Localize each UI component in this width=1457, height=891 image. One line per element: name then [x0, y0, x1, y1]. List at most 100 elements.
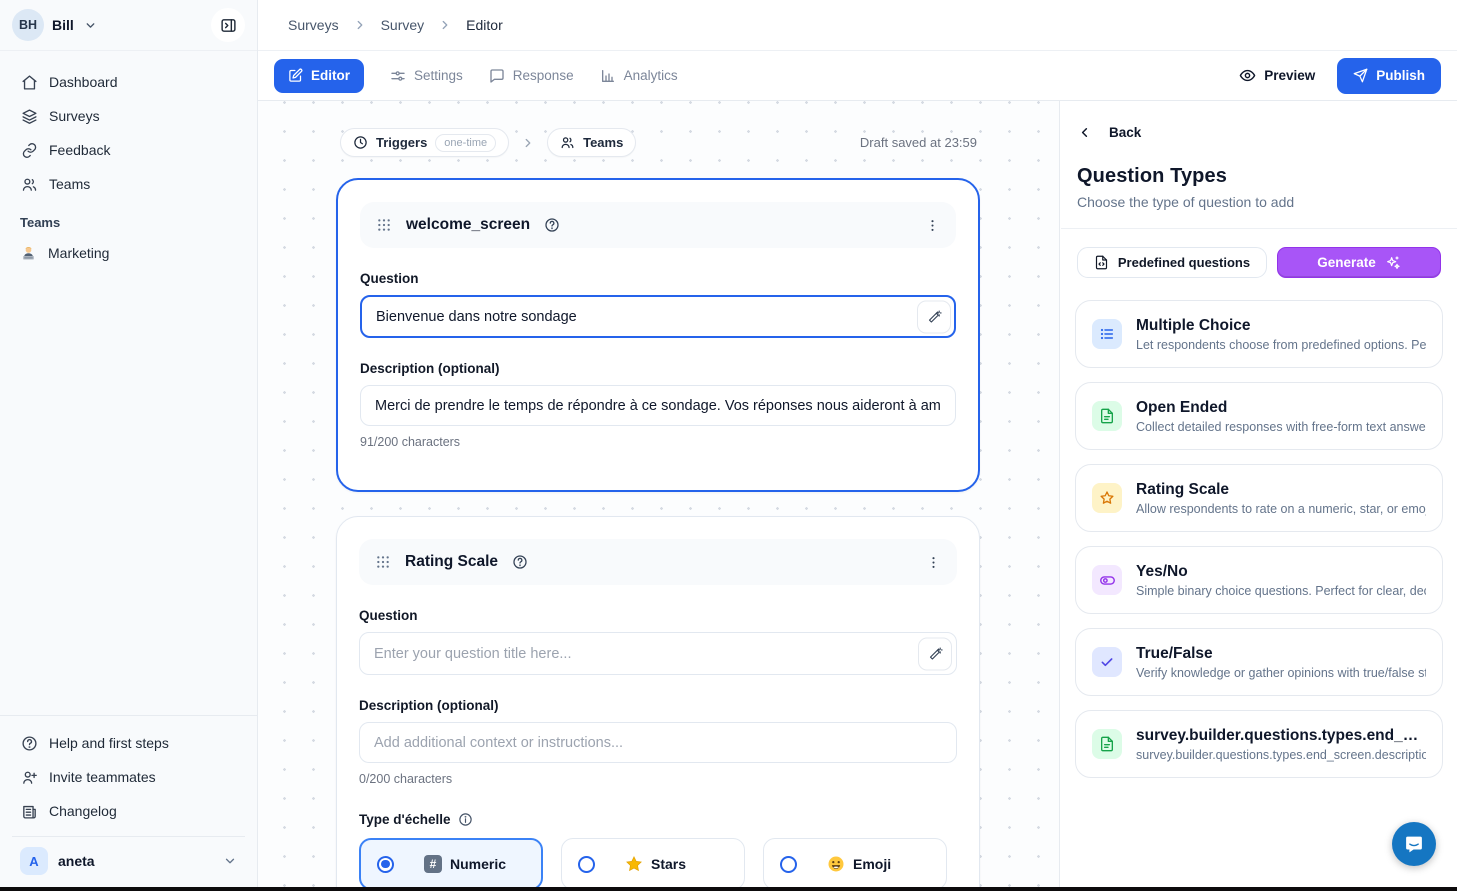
type-card-text: survey.builder.questions.types.end_scr..… — [1136, 727, 1426, 762]
type-card-true-false[interactable]: True/False Verify knowledge or gather op… — [1075, 628, 1443, 696]
bar-chart-icon — [600, 68, 616, 84]
chat-bubble-icon — [1403, 833, 1425, 855]
type-card-end-screen[interactable]: survey.builder.questions.types.end_scr..… — [1075, 710, 1443, 778]
tab-label: Settings — [414, 68, 463, 83]
breadcrumb-surveys[interactable]: Surveys — [288, 17, 339, 33]
editor-toolbar: Editor Settings Response Analytics Previ… — [258, 51, 1457, 101]
workspace-avatar: A — [20, 847, 48, 875]
type-name: survey.builder.questions.types.end_scr..… — [1136, 727, 1426, 745]
help-circle-icon[interactable] — [512, 554, 528, 570]
preview-button[interactable]: Preview — [1239, 67, 1315, 84]
chevron-right-icon — [438, 18, 452, 32]
tab-editor[interactable]: Editor — [274, 59, 364, 93]
generate-label: Generate — [1317, 255, 1376, 270]
avatar[interactable]: BH — [12, 9, 44, 41]
question-title-input[interactable] — [360, 295, 956, 338]
predefined-questions-button[interactable]: Predefined questions — [1077, 247, 1267, 278]
workspace-switcher[interactable]: A aneta — [12, 836, 245, 881]
eye-icon — [1239, 67, 1256, 84]
option-label: Numeric — [450, 856, 506, 872]
drag-handle-icon[interactable] — [375, 554, 391, 570]
technologist-emoji-icon — [20, 245, 37, 262]
scale-option-emoji[interactable]: Emoji — [763, 838, 947, 890]
option-label: Stars — [651, 856, 686, 872]
star-icon — [1092, 483, 1122, 513]
sidebar-collapse-button[interactable] — [211, 8, 245, 42]
chat-launcher-button[interactable] — [1392, 822, 1436, 866]
type-description: Verify knowledge or gather opinions with… — [1136, 666, 1426, 680]
question-card-rating-scale[interactable]: Rating Scale Question Description (optio… — [336, 516, 980, 891]
question-title-input[interactable] — [359, 632, 957, 675]
question-description-input[interactable] — [359, 722, 957, 763]
radio-icon[interactable] — [578, 856, 595, 873]
tab-response[interactable]: Response — [489, 68, 574, 84]
type-description: Allow respondents to rate on a numeric, … — [1136, 502, 1426, 516]
sidebar: BH Bill Dashboard Surveys F — [0, 0, 258, 891]
kebab-menu-icon[interactable] — [926, 555, 941, 570]
sidebar-item-dashboard[interactable]: Dashboard — [12, 65, 245, 99]
check-icon — [1092, 647, 1122, 677]
generate-button[interactable]: Generate — [1277, 247, 1441, 278]
magic-wand-button[interactable] — [918, 637, 952, 670]
users-icon — [560, 135, 575, 150]
sidebar-item-label: Invite teammates — [49, 769, 156, 785]
tab-settings[interactable]: Settings — [390, 68, 463, 84]
sidebar-item-teams[interactable]: Teams — [12, 167, 245, 201]
question-card-welcome-screen[interactable]: welcome_screen Question Description (opt… — [336, 178, 980, 492]
panel-actions: Predefined questions Generate — [1061, 229, 1457, 278]
info-icon[interactable] — [458, 812, 473, 827]
sidebar-item-changelog[interactable]: Changelog — [12, 794, 245, 828]
drag-handle-icon[interactable] — [376, 217, 392, 233]
toggle-icon — [1092, 565, 1122, 595]
breadcrumb-editor[interactable]: Editor — [466, 17, 503, 33]
chevron-down-icon[interactable] — [84, 19, 97, 32]
tab-analytics[interactable]: Analytics — [600, 68, 678, 84]
list-icon — [1092, 319, 1122, 349]
chevron-down-icon — [223, 854, 237, 868]
sidebar-item-label: Changelog — [49, 803, 117, 819]
publish-label: Publish — [1376, 68, 1425, 83]
teams-chip[interactable]: Teams — [547, 128, 636, 157]
radio-icon[interactable] — [780, 856, 797, 873]
question-card-title: welcome_screen — [406, 216, 530, 234]
scale-option-stars[interactable]: Stars — [561, 838, 745, 890]
panel-title: Question Types — [1061, 140, 1457, 188]
help-circle-icon — [20, 735, 38, 752]
tab-label: Analytics — [624, 68, 678, 83]
scale-option-numeric[interactable]: # Numeric — [359, 838, 543, 890]
help-circle-icon[interactable] — [544, 217, 560, 233]
scale-type-options: # Numeric Stars Emoji — [359, 838, 957, 890]
sidebar-item-label: Surveys — [49, 108, 100, 124]
question-description-input[interactable] — [360, 385, 956, 426]
publish-button[interactable]: Publish — [1337, 58, 1441, 94]
sidebar-item-surveys[interactable]: Surveys — [12, 99, 245, 133]
draft-status: Draft saved at 23:59 — [860, 135, 977, 150]
survey-meta-chips: Triggers one-time Teams — [340, 128, 636, 157]
window-bottom-edge — [0, 887, 1457, 891]
type-card-rating-scale[interactable]: Rating Scale Allow respondents to rate o… — [1075, 464, 1443, 532]
predefined-questions-label: Predefined questions — [1118, 255, 1250, 270]
type-card-text: True/False Verify knowledge or gather op… — [1136, 645, 1426, 680]
type-card-open-ended[interactable]: Open Ended Collect detailed responses wi… — [1075, 382, 1443, 450]
question-card-header[interactable]: welcome_screen — [360, 202, 956, 248]
back-button[interactable]: Back — [1061, 101, 1457, 140]
sidebar-item-feedback[interactable]: Feedback — [12, 133, 245, 167]
sidebar-item-help[interactable]: Help and first steps — [12, 726, 245, 760]
type-card-yes-no[interactable]: Yes/No Simple binary choice questions. P… — [1075, 546, 1443, 614]
kebab-menu-icon[interactable] — [925, 218, 940, 233]
sidebar-item-team-marketing[interactable]: Marketing — [12, 236, 245, 270]
question-card-header[interactable]: Rating Scale — [359, 539, 957, 585]
type-name: Rating Scale — [1136, 481, 1426, 499]
scale-type-label: Type d'échelle — [359, 812, 451, 827]
user-name[interactable]: Bill — [52, 17, 74, 33]
type-card-text: Multiple Choice Let respondents choose f… — [1136, 317, 1426, 352]
sidebar-item-invite[interactable]: Invite teammates — [12, 760, 245, 794]
triggers-chip[interactable]: Triggers one-time — [340, 128, 509, 157]
magic-wand-button[interactable] — [917, 300, 951, 333]
radio-selected-icon[interactable] — [377, 856, 394, 873]
file-text-icon — [1092, 729, 1122, 759]
breadcrumb-survey[interactable]: Survey — [381, 17, 425, 33]
type-card-multiple-choice[interactable]: Multiple Choice Let respondents choose f… — [1075, 300, 1443, 368]
type-description: Simple binary choice questions. Perfect … — [1136, 584, 1426, 598]
question-input-wrap — [360, 295, 956, 338]
